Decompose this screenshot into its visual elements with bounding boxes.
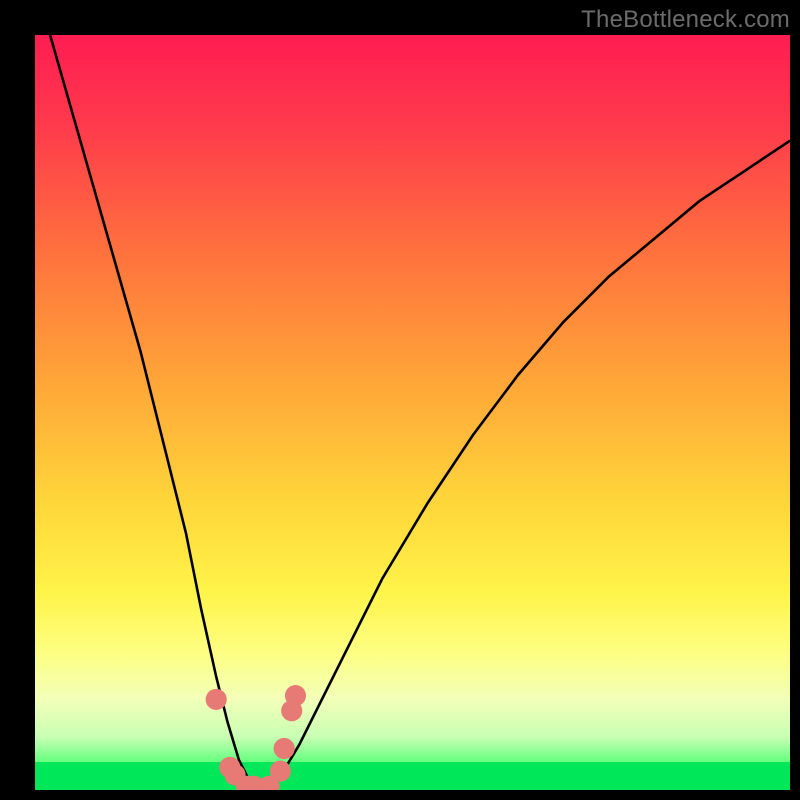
watermark-text: TheBottleneck.com — [581, 6, 790, 34]
curve-layer — [35, 35, 790, 790]
bottleneck-curve — [50, 35, 790, 790]
curve-markers — [206, 685, 306, 790]
chart-frame: TheBottleneck.com — [0, 0, 800, 800]
plot-area — [35, 35, 790, 790]
data-point-marker — [274, 738, 295, 759]
data-point-marker — [206, 689, 227, 710]
data-point-marker — [270, 761, 291, 782]
data-point-marker — [285, 685, 306, 706]
